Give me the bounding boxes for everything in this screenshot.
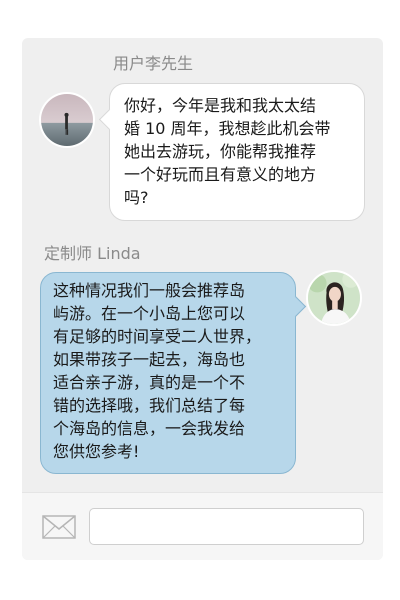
mail-icon[interactable] xyxy=(42,515,76,539)
advisor-name: 定制师 Linda xyxy=(44,244,141,263)
user-name: 用户李先生 xyxy=(113,54,194,73)
person-on-beach-icon xyxy=(41,94,93,146)
user-message-bubble: 你好，今年是我和我太太结 婚 10 周年，我想趁此机会带 她出去游玩，你能帮我推… xyxy=(109,83,365,221)
woman-portrait-icon xyxy=(308,272,360,324)
advisor-avatar[interactable] xyxy=(306,270,362,326)
chat-panel: 用户李先生 你好，今年是我和我太太结 婚 10 周年，我想趁此机会带 她出去游玩… xyxy=(22,38,383,560)
message-input[interactable] xyxy=(89,508,364,545)
user-avatar[interactable] xyxy=(39,92,95,148)
message-composer xyxy=(22,492,383,560)
advisor-message-bubble: 这种情况我们一般会推荐岛 屿游。在一个小岛上您可以 有足够的时间享受二人世界， … xyxy=(40,272,296,474)
